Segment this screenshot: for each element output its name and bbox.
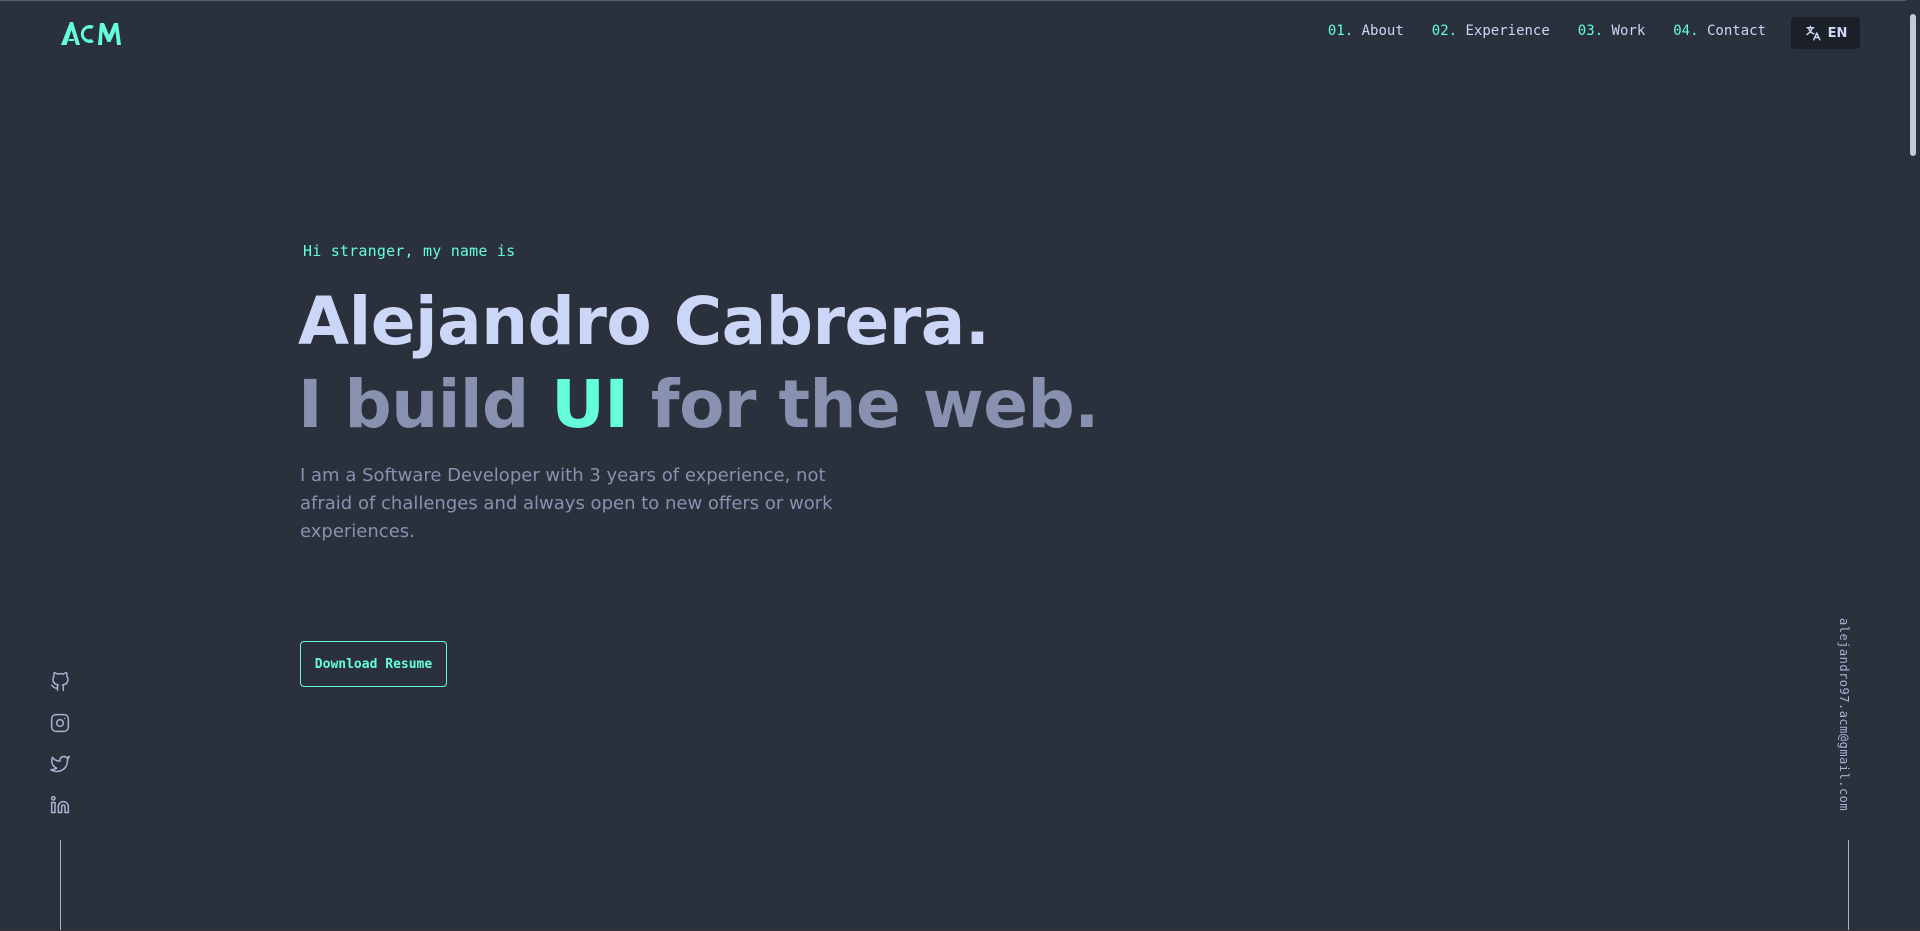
nav-number: 01. <box>1327 23 1354 39</box>
linkedin-link[interactable] <box>49 793 71 817</box>
nav-item-contact[interactable]: 04. Contact <box>1673 23 1766 39</box>
right-divider-line <box>1848 840 1849 931</box>
nav-item-work[interactable]: 03. Work <box>1578 23 1645 39</box>
scrollbar-thumb[interactable] <box>1910 14 1916 156</box>
tagline-prefix: I build <box>298 366 552 443</box>
github-icon <box>50 672 69 692</box>
download-resume-button[interactable]: Download Resume <box>300 641 447 687</box>
linkedin-icon <box>50 795 70 814</box>
tagline-accent: UI <box>551 366 629 443</box>
instagram-link[interactable] <box>49 711 71 735</box>
language-label: EN <box>1827 25 1848 41</box>
nav-label: Work <box>1611 23 1646 39</box>
nav-number: 04. <box>1673 23 1699 39</box>
nav-number: 03. <box>1577 23 1604 39</box>
github-link[interactable] <box>49 670 71 694</box>
nav-item-about[interactable]: 01. About <box>1328 23 1404 39</box>
social-links <box>48 670 72 817</box>
twitter-link[interactable] <box>49 752 71 776</box>
hero-name: Alejandro Cabrera. <box>298 283 990 360</box>
language-toggle-button[interactable]: EN <box>1791 17 1860 49</box>
tagline-suffix: for the web. <box>628 366 1099 443</box>
hero-greeting: Hi stranger, my name is <box>303 242 516 260</box>
logo[interactable] <box>60 20 122 46</box>
nav-label: About <box>1361 23 1404 39</box>
acm-logo-icon <box>61 22 121 45</box>
main-nav: 01. About 02. Experience 03. Work 04. Co… <box>1328 23 1766 39</box>
hero-tagline: I build UI for the web. <box>298 365 1099 445</box>
left-divider-line <box>60 840 61 931</box>
nav-number: 02. <box>1431 23 1458 39</box>
twitter-icon <box>50 755 70 773</box>
hero-description: I am a Software Developer with 3 years o… <box>300 465 833 542</box>
nav-label: Contact <box>1706 23 1766 39</box>
site-header: 01. About 02. Experience 03. Work 04. Co… <box>0 0 1920 66</box>
email-link[interactable]: alejandro97.acm@gmail.com <box>1837 618 1851 811</box>
nav-item-experience[interactable]: 02. Experience <box>1432 23 1550 39</box>
nav-label: Experience <box>1465 23 1550 39</box>
translate-icon <box>1805 25 1821 41</box>
instagram-icon <box>50 713 70 733</box>
